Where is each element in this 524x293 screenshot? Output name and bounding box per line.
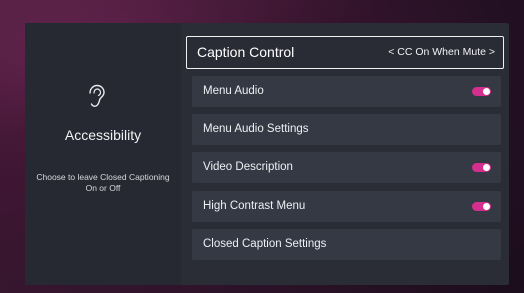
high-contrast-menu-label: High Contrast Menu [203,200,306,212]
category-description: Choose to leave Closed Captioning On or … [36,172,170,193]
high-contrast-menu-row[interactable]: High Contrast Menu [192,191,501,222]
menu-audio-label: Menu Audio [203,85,264,97]
closed-caption-settings-label: Closed Caption Settings [203,238,327,250]
toggle-knob [483,88,490,95]
caption-control-row[interactable]: Caption Control < CC On When Mute > [186,36,504,69]
ear-icon [89,84,105,107]
menu-audio-settings-label: Menu Audio Settings [203,123,309,135]
video-description-row[interactable]: Video Description [192,152,501,183]
menu-audio-settings-row[interactable]: Menu Audio Settings [192,114,501,145]
category-pane [25,23,181,285]
toggle-knob [483,203,490,210]
video-description-toggle[interactable] [472,163,491,172]
closed-caption-settings-row[interactable]: Closed Caption Settings [192,229,501,260]
menu-audio-toggle[interactable] [472,87,491,96]
caption-control-value[interactable]: < CC On When Mute > [388,46,495,58]
high-contrast-menu-toggle[interactable] [472,202,491,211]
toggle-knob [483,164,490,171]
caption-control-label: Caption Control [197,44,295,60]
video-description-label: Video Description [203,161,293,173]
menu-audio-row[interactable]: Menu Audio [192,76,501,107]
category-title: Accessibility [64,127,142,143]
